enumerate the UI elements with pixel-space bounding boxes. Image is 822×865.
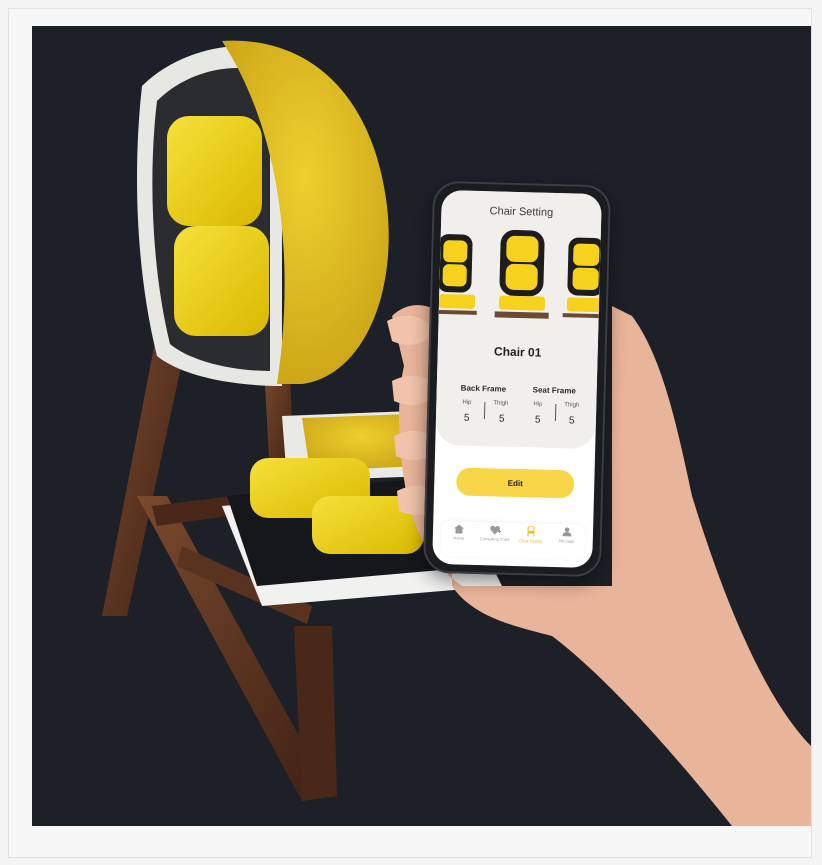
seat-frame-thigh-label: Thigh — [564, 402, 580, 409]
chair-carousel[interactable] — [438, 228, 601, 328]
tab-home-label: Home — [453, 535, 465, 541]
back-pad-upper — [167, 116, 262, 226]
chair-icon — [527, 526, 535, 537]
tab-home[interactable]: Home — [441, 524, 477, 541]
chair-thumbnail-left[interactable] — [438, 234, 478, 315]
page-title: Chair Setting — [489, 205, 554, 219]
seat-frame-divider — [554, 404, 557, 422]
heart-plus-icon — [489, 525, 501, 535]
tab-chair-setting[interactable]: Chair Setting — [513, 526, 549, 544]
tab-my-page-label: My page — [559, 538, 575, 544]
back-frame-hip-label: Hip — [462, 399, 472, 406]
person-icon — [562, 527, 572, 537]
back-frame-label: Back Frame — [460, 383, 507, 394]
seat-frame-hip-label: Hip — [533, 401, 543, 408]
image-frame: Chair Setting Chair 01 Back Frame Hip Th… — [8, 8, 812, 858]
chair-thumbnail-right[interactable] — [562, 237, 601, 319]
seat-frame-thigh-value[interactable]: 5 — [569, 415, 575, 426]
tab-consulting-care[interactable]: Consulting /Care — [477, 525, 513, 542]
back-frame-hip-value[interactable]: 5 — [464, 413, 470, 424]
chair-illustration — [102, 40, 811, 826]
chair-name: Chair 01 — [493, 344, 542, 360]
app-screen: Chair Setting Chair 01 Back Frame Hip Th… — [432, 189, 602, 569]
seat-frame-label: Seat Frame — [532, 385, 576, 396]
back-frame-thigh-value[interactable]: 5 — [499, 414, 505, 425]
home-icon — [454, 524, 465, 534]
chair-thumbnail-center[interactable] — [494, 229, 551, 319]
back-pad-lower — [174, 226, 269, 336]
product-photo: Chair Setting Chair 01 Back Frame Hip Th… — [32, 26, 811, 826]
smartphone: Chair Setting Chair 01 Back Frame Hip Th… — [422, 180, 612, 578]
tab-consulting-care-label: Consulting /Care — [479, 536, 510, 542]
edit-button[interactable]: Edit — [455, 467, 575, 499]
chair-panel: Chair Setting Chair 01 Back Frame Hip Th… — [435, 189, 602, 450]
bottom-tab-bar: Home Consulting /Care Chair Setting My p… — [440, 521, 586, 560]
tab-chair-setting-label: Chair Setting — [519, 538, 543, 544]
seat-frame-hip-value[interactable]: 5 — [535, 414, 541, 425]
back-frame-divider — [483, 402, 486, 420]
tab-my-page[interactable]: My page — [549, 527, 585, 544]
back-frame-thigh-label: Thigh — [493, 400, 509, 407]
